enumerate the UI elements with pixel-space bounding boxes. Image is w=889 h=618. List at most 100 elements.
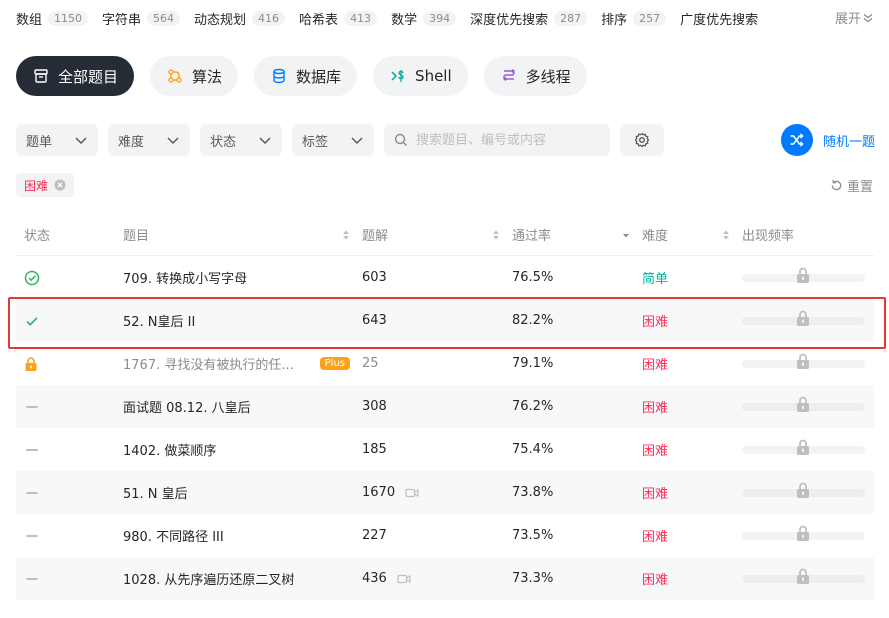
solutions-cell[interactable]: 25	[362, 356, 512, 371]
expand-tags-button[interactable]: 展开	[828, 8, 873, 27]
inbox-icon	[32, 67, 50, 85]
rate-cell: 73.3%	[512, 571, 554, 586]
tags-filter-dropdown[interactable]: 标签	[292, 124, 374, 156]
title-cell[interactable]: 1028. 从先序遍历还原二叉树	[123, 569, 362, 588]
rate-cell: 82.2%	[512, 313, 554, 328]
tag-item[interactable]: 数学 394	[391, 9, 457, 28]
solutions-cell[interactable]: 436	[362, 571, 512, 586]
category-multithread[interactable]: 多线程	[483, 56, 587, 96]
tag-item[interactable]: 数组 1150	[16, 9, 89, 28]
rate-cell: 75.4%	[512, 442, 554, 457]
difficulty-filter-dropdown[interactable]: 难度	[108, 124, 190, 156]
difficulty-cell: 困难	[642, 358, 669, 373]
table-row[interactable]: 1767. 寻找没有被执行的任... Plus 25 79.1% 困难	[16, 342, 874, 385]
solutions-cell[interactable]: 308	[362, 399, 512, 414]
title-cell[interactable]: 1767. 寻找没有被执行的任... Plus	[123, 354, 362, 373]
table-row[interactable]: 51. N 皇后 1670 73.8% 困难	[16, 471, 874, 514]
title-cell[interactable]: 52. N皇后 II	[123, 311, 362, 330]
problem-title-link[interactable]: 1767. 寻找没有被执行的任...	[123, 354, 294, 373]
problem-title-link[interactable]: 51. N 皇后	[123, 483, 188, 502]
category-label: 算法	[192, 67, 223, 86]
category-all[interactable]: 全部题目	[16, 56, 135, 96]
solutions-count: 603	[362, 270, 387, 285]
table-row[interactable]: 709. 转换成小写字母 603 76.5% 简单	[16, 256, 874, 299]
sort-icon[interactable]	[722, 229, 730, 241]
column-difficulty[interactable]: 难度	[642, 225, 742, 244]
sort-icon[interactable]	[342, 229, 350, 241]
column-status: 状态	[16, 225, 123, 244]
solved-circle-icon	[24, 270, 40, 285]
title-cell[interactable]: 709. 转换成小写字母	[123, 268, 362, 287]
frequency-bar	[742, 568, 865, 584]
search-input[interactable]	[416, 132, 596, 148]
tag-item[interactable]: 广度优先搜索	[680, 9, 758, 28]
table-row[interactable]: 980. 不同路径 III 227 73.5% 困难	[16, 514, 874, 557]
solutions-cell[interactable]: 643	[362, 313, 512, 328]
title-cell[interactable]: 51. N 皇后	[123, 483, 362, 502]
random-question-button[interactable]: 随机一题	[780, 124, 875, 156]
video-icon[interactable]	[405, 487, 419, 499]
close-icon[interactable]	[54, 179, 66, 191]
table-row[interactable]: 1028. 从先序遍历还原二叉树 436 73.3% 困难	[16, 557, 874, 600]
column-solutions[interactable]: 题解	[362, 225, 512, 244]
rate-cell: 76.5%	[512, 270, 554, 285]
tag-item[interactable]: 动态规划 416	[194, 9, 286, 28]
tag-item[interactable]: 哈希表 413	[299, 9, 378, 28]
solutions-cell[interactable]: 603	[362, 270, 512, 285]
list-filter-dropdown[interactable]: 题单	[16, 124, 98, 156]
sort-desc-icon[interactable]	[622, 229, 630, 241]
solutions-cell[interactable]: 185	[362, 442, 512, 457]
title-cell[interactable]: 1402. 做菜顺序	[123, 440, 362, 459]
frequency-bar	[742, 439, 865, 455]
unattempted-dash-icon	[26, 534, 38, 537]
tag-item[interactable]: 深度优先搜索 287	[470, 9, 588, 28]
frequency-cell	[742, 310, 874, 326]
search-box[interactable]	[384, 124, 610, 156]
settings-button[interactable]	[620, 124, 664, 156]
table-row[interactable]: 52. N皇后 II 643 82.2% 困难	[16, 299, 874, 342]
video-icon[interactable]	[397, 573, 411, 585]
category-shell[interactable]: Shell	[373, 56, 468, 96]
status-cell	[16, 356, 123, 372]
category-algorithm[interactable]: 算法	[150, 56, 239, 96]
status-filter-dropdown[interactable]: 状态	[200, 124, 282, 156]
column-title[interactable]: 题目	[123, 225, 362, 244]
check-icon	[26, 316, 38, 326]
frequency-cell	[742, 439, 874, 455]
unattempted-dash-icon	[26, 577, 38, 580]
tag-count: 413	[344, 10, 378, 26]
tag-count: 416	[252, 10, 286, 26]
category-database[interactable]: 数据库	[254, 56, 358, 96]
frequency-bar	[742, 482, 865, 498]
sort-icon[interactable]	[492, 229, 500, 241]
table-row[interactable]: 1402. 做菜顺序 185 75.4% 困难	[16, 428, 874, 471]
column-solutions-label: 题解	[362, 229, 389, 244]
frequency-lock-icon	[797, 568, 809, 584]
tag-name: 广度优先搜索	[680, 12, 759, 28]
tag-item[interactable]: 字符串 564	[102, 9, 181, 28]
solutions-cell[interactable]: 1670	[362, 485, 512, 500]
table-row[interactable]: 面试题 08.12. 八皇后 308 76.2% 困难	[16, 385, 874, 428]
problem-title-link[interactable]: 面试题 08.12. 八皇后	[123, 397, 251, 416]
frequency-cell	[742, 568, 874, 584]
frequency-cell	[742, 525, 874, 541]
title-cell[interactable]: 980. 不同路径 III	[123, 526, 362, 545]
column-rate[interactable]: 通过率	[512, 225, 642, 244]
column-rate-label: 通过率	[512, 229, 552, 244]
tag-strip: 数组 1150 字符串 564 动态规划 416 哈希表 413 数学 394 深度优先搜…	[16, 8, 881, 28]
reset-button[interactable]: 重置	[830, 176, 873, 195]
title-cell[interactable]: 面试题 08.12. 八皇后	[123, 397, 362, 416]
problem-title-link[interactable]: 980. 不同路径 III	[123, 526, 224, 545]
category-label: Shell	[415, 67, 452, 85]
solutions-cell[interactable]: 227	[362, 528, 512, 543]
tag-name: 字符串	[102, 12, 142, 28]
solutions-count: 227	[362, 528, 387, 543]
problem-title-link[interactable]: 52. N皇后 II	[123, 311, 195, 330]
problem-title-link[interactable]: 1402. 做菜顺序	[123, 440, 216, 459]
problem-title-link[interactable]: 709. 转换成小写字母	[123, 268, 247, 287]
tag-item[interactable]: 排序 257	[601, 9, 667, 28]
column-difficulty-label: 难度	[642, 229, 669, 244]
status-cell	[16, 405, 123, 408]
chevron-double-down-icon	[863, 13, 873, 22]
problem-title-link[interactable]: 1028. 从先序遍历还原二叉树	[123, 569, 294, 588]
